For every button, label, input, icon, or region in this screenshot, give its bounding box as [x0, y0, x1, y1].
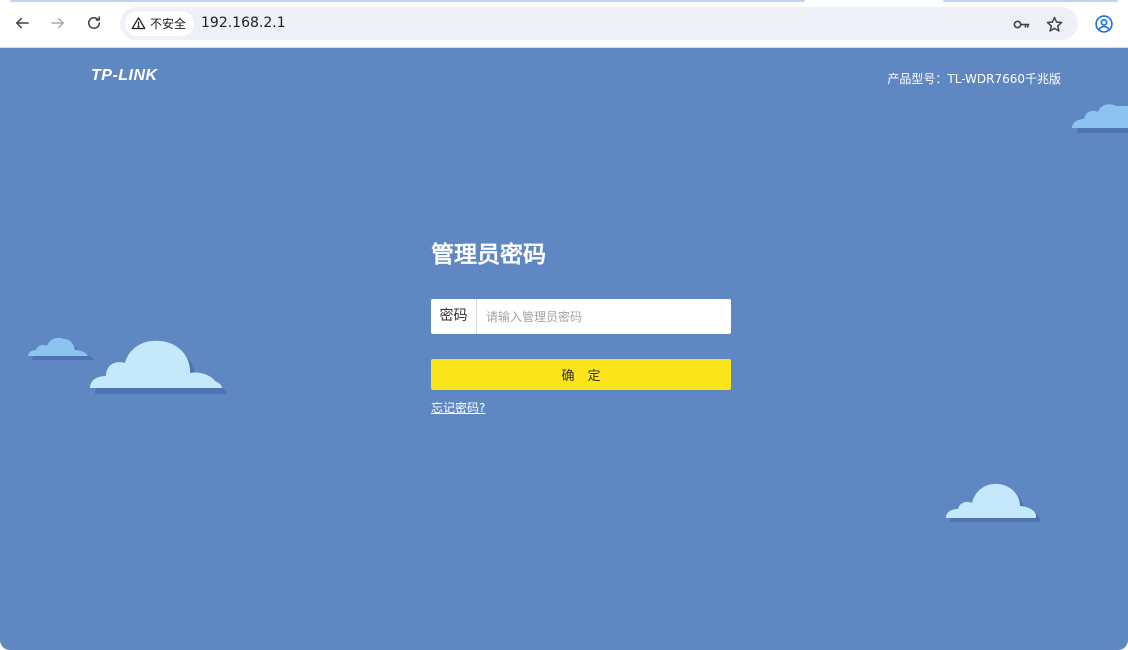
cloud-icon — [28, 337, 94, 360]
login-title: 管理员密码 — [431, 242, 546, 268]
tab-strip-edge — [943, 0, 1118, 2]
password-input[interactable] — [477, 299, 731, 334]
reload-icon — [88, 16, 100, 29]
forgot-password-link[interactable]: 忘记密码? — [431, 399, 485, 416]
browser-toolbar: 不安全 192.168.2.1 — [0, 0, 1128, 48]
reload-button[interactable] — [81, 10, 107, 36]
url-text[interactable]: 192.168.2.1 — [201, 15, 286, 31]
tab-strip-edge — [10, 0, 805, 2]
account-icon — [1095, 15, 1113, 33]
bookmark-button[interactable] — [1044, 14, 1064, 34]
cloud-icon — [946, 483, 1040, 522]
back-button[interactable] — [9, 10, 35, 36]
warning-icon — [131, 17, 146, 30]
router-login-page: TP-LINK 产品型号：TL-WDR7660千兆版 管理员密码 密码 确 定 … — [0, 48, 1128, 650]
star-icon — [1046, 16, 1062, 32]
profile-button[interactable] — [1092, 12, 1116, 36]
forward-button[interactable] — [45, 10, 71, 36]
cloud-icon — [90, 340, 227, 394]
password-key-button[interactable] — [1011, 14, 1031, 34]
security-indicator[interactable]: 不安全 — [125, 11, 195, 36]
arrow-left-icon — [16, 17, 29, 29]
model-info: 产品型号：TL-WDR7660千兆版 — [887, 72, 1061, 86]
arrow-right-icon — [51, 17, 64, 29]
password-field-group: 密码 — [431, 299, 731, 334]
key-icon — [1013, 20, 1029, 28]
address-bar[interactable]: 不安全 192.168.2.1 — [120, 7, 1078, 40]
cloud-icon — [1072, 104, 1128, 133]
tp-link-logo: TP-LINK — [91, 67, 158, 84]
confirm-button[interactable]: 确 定 — [431, 359, 731, 390]
password-label: 密码 — [431, 299, 477, 334]
security-label: 不安全 — [150, 17, 187, 31]
